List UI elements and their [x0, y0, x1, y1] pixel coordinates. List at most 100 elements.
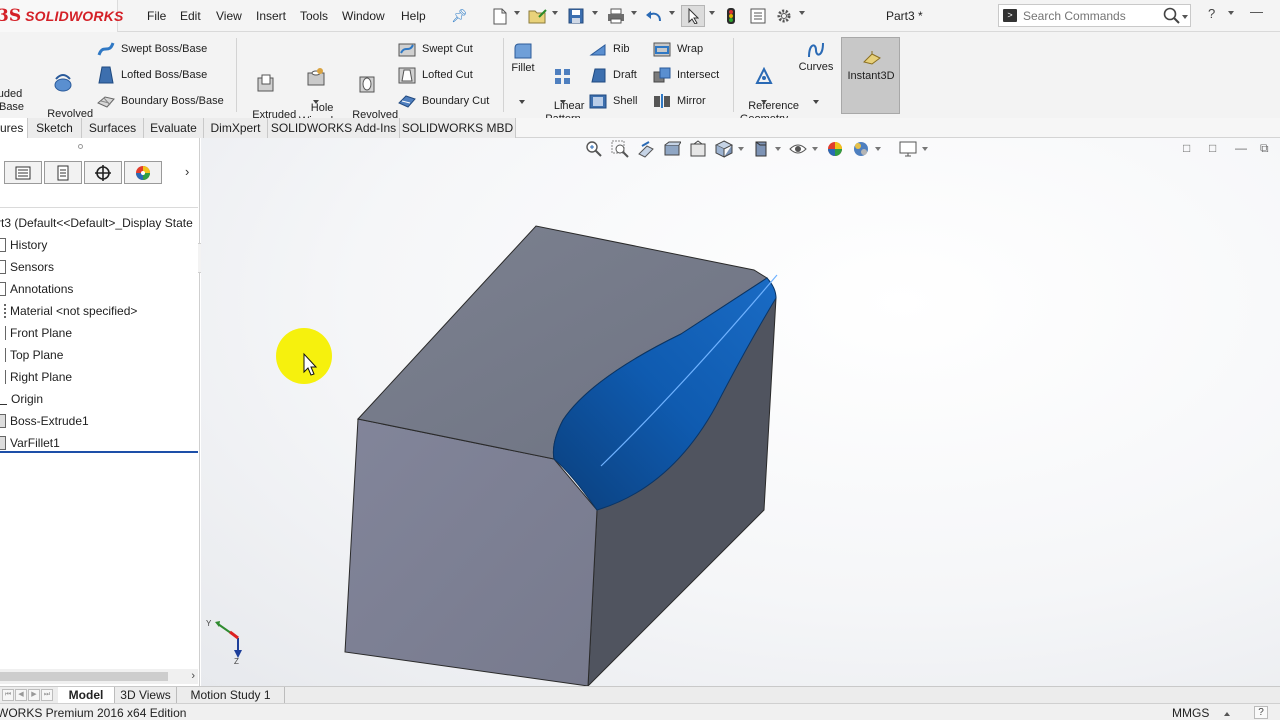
- tree-item-label: Material <not specified>: [10, 304, 138, 318]
- menu-view[interactable]: View: [216, 9, 242, 23]
- graphics-area[interactable]: □ □ — ⧉ Y Z: [201, 138, 1280, 686]
- tab-solidworks-mbd[interactable]: SOLIDWORKS MBD: [400, 118, 516, 138]
- open-dropdown-icon[interactable]: [552, 11, 558, 15]
- tab-3d-views[interactable]: 3D Views: [115, 687, 177, 703]
- save-dropdown-icon[interactable]: [592, 11, 598, 15]
- tab-motion-study-1[interactable]: Motion Study 1: [177, 687, 285, 703]
- tab-features[interactable]: ures: [0, 118, 28, 138]
- tab-sketch[interactable]: Sketch: [28, 118, 82, 138]
- curves-dropdown-icon[interactable]: [813, 100, 819, 104]
- draft-button[interactable]: Draft: [589, 66, 637, 84]
- print-icon[interactable]: [605, 5, 627, 27]
- property-manager-tab[interactable]: [44, 161, 82, 184]
- tree-root-part[interactable]: rt3 (Default<<Default>_Display State: [0, 213, 193, 233]
- pin-menu-icon[interactable]: 📌︎: [451, 8, 468, 24]
- tab-surfaces[interactable]: Surfaces: [82, 118, 144, 138]
- search-dropdown-icon[interactable]: [1182, 15, 1188, 19]
- new-document-icon[interactable]: [490, 5, 510, 27]
- rollback-bar[interactable]: [0, 451, 198, 453]
- tree-item-history[interactable]: History: [0, 235, 47, 255]
- horizontal-scrollbar[interactable]: ›: [0, 669, 198, 684]
- hole-wizard-dropdown-icon[interactable]: [313, 100, 319, 104]
- ribbon-separator: [236, 38, 237, 112]
- next-tab-icon[interactable]: ▶: [28, 689, 40, 701]
- rebuild-icon[interactable]: [722, 5, 740, 27]
- tab-solidworks-add-ins[interactable]: SOLIDWORKS Add-Ins: [268, 118, 400, 138]
- tree-item-varfillet1[interactable]: VarFillet1: [0, 433, 60, 453]
- revolved-cut-icon: [359, 76, 375, 93]
- boundary-cut-button[interactable]: Boundary Cut: [398, 92, 489, 110]
- tree-item-material[interactable]: Material <not specified>: [0, 301, 137, 321]
- undo-dropdown-icon[interactable]: [669, 11, 675, 15]
- menu-help[interactable]: Help: [401, 9, 426, 23]
- file-properties-icon[interactable]: [747, 5, 769, 27]
- scrollbar-thumb[interactable]: [0, 672, 168, 681]
- rib-button[interactable]: Rib: [589, 40, 630, 58]
- swept-cut-button[interactable]: Swept Cut: [398, 40, 473, 58]
- menu-tools[interactable]: Tools: [300, 9, 328, 23]
- tree-item-sensors[interactable]: Sensors: [0, 257, 54, 277]
- new-dropdown-icon[interactable]: [514, 11, 520, 15]
- status-help-icon[interactable]: ?: [1254, 706, 1268, 719]
- menu-file[interactable]: File: [147, 9, 166, 23]
- feature-tree-tab[interactable]: [4, 161, 42, 184]
- tree-item-label: Origin: [11, 392, 44, 406]
- tab-evaluate[interactable]: Evaluate: [144, 118, 204, 138]
- display-manager-tab[interactable]: [124, 161, 162, 184]
- options-gear-icon[interactable]: [773, 5, 795, 27]
- tree-item-front-plane[interactable]: Front Plane: [0, 323, 72, 343]
- tab-model[interactable]: Model: [58, 687, 115, 703]
- unit-system[interactable]: MMGS: [1172, 706, 1209, 720]
- linear-pattern-dropdown-icon[interactable]: [560, 100, 566, 104]
- solidworks-logo[interactable]: 3S SOLIDWORKS: [0, 0, 123, 32]
- tree-item-annotations[interactable]: Annotations: [0, 279, 73, 299]
- tree-item-origin[interactable]: Origin: [0, 389, 43, 409]
- search-commands-box[interactable]: >: [998, 4, 1191, 27]
- lofted-cut-button[interactable]: Lofted Cut: [398, 66, 473, 84]
- configuration-manager-tab[interactable]: [84, 161, 122, 184]
- more-tabs-chevron-icon[interactable]: ›: [185, 164, 189, 179]
- tab-dimxpert[interactable]: DimXpert: [204, 118, 268, 138]
- last-tab-icon[interactable]: ⏭: [41, 689, 53, 701]
- menu-insert[interactable]: Insert: [256, 9, 286, 23]
- select-icon[interactable]: [681, 5, 705, 27]
- scroll-right-icon[interactable]: ›: [191, 670, 195, 682]
- tree-item-boss-extrude1[interactable]: Boss-Extrude1: [0, 411, 89, 431]
- undo-icon[interactable]: [643, 5, 665, 27]
- extruded-cut-icon: [257, 74, 274, 92]
- mirror-button[interactable]: Mirror: [653, 92, 706, 110]
- tree-item-top-plane[interactable]: Top Plane: [0, 345, 63, 365]
- fillet-button[interactable]: Fillet: [506, 42, 540, 75]
- search-icon[interactable]: [1163, 7, 1181, 25]
- curves-button[interactable]: Curves: [796, 41, 836, 74]
- svg-text:Y: Y: [206, 619, 212, 628]
- swept-boss-button[interactable]: Swept Boss/Base: [97, 40, 207, 58]
- feature-filter-bar[interactable]: [0, 189, 198, 208]
- select-dropdown-icon[interactable]: [709, 11, 715, 15]
- boundary-boss-button[interactable]: Boundary Boss/Base: [97, 92, 224, 110]
- unit-system-dropdown-icon[interactable]: [1224, 712, 1230, 716]
- open-document-icon[interactable]: [527, 5, 549, 27]
- lofted-boss-button[interactable]: Lofted Boss/Base: [97, 66, 207, 84]
- print-dropdown-icon[interactable]: [631, 11, 637, 15]
- instant3d-button[interactable]: Instant3D: [841, 37, 900, 114]
- minimize-window-icon[interactable]: —: [1250, 4, 1263, 19]
- options-dropdown-icon[interactable]: [799, 11, 805, 15]
- help-dropdown-icon[interactable]: [1228, 11, 1234, 15]
- previous-tab-icon[interactable]: ◀: [15, 689, 27, 701]
- shell-button[interactable]: Shell: [589, 92, 637, 110]
- tree-item-right-plane[interactable]: Right Plane: [0, 367, 72, 387]
- fillet-dropdown-icon[interactable]: [519, 100, 525, 104]
- save-icon[interactable]: [566, 5, 586, 27]
- part-model-view[interactable]: Y Z: [201, 138, 1280, 686]
- intersect-button[interactable]: Intersect: [653, 66, 719, 84]
- menu-edit[interactable]: Edit: [180, 9, 201, 23]
- first-tab-icon[interactable]: ⏮: [2, 689, 14, 701]
- property-manager-icon: [57, 165, 69, 180]
- panel-grip-icon[interactable]: [78, 144, 83, 149]
- search-input[interactable]: [1023, 7, 1155, 24]
- menu-window[interactable]: Window: [342, 9, 385, 23]
- wrap-button[interactable]: Wrap: [653, 40, 703, 58]
- reference-geometry-dropdown-icon[interactable]: [761, 100, 767, 104]
- help-icon[interactable]: ?: [1208, 6, 1215, 21]
